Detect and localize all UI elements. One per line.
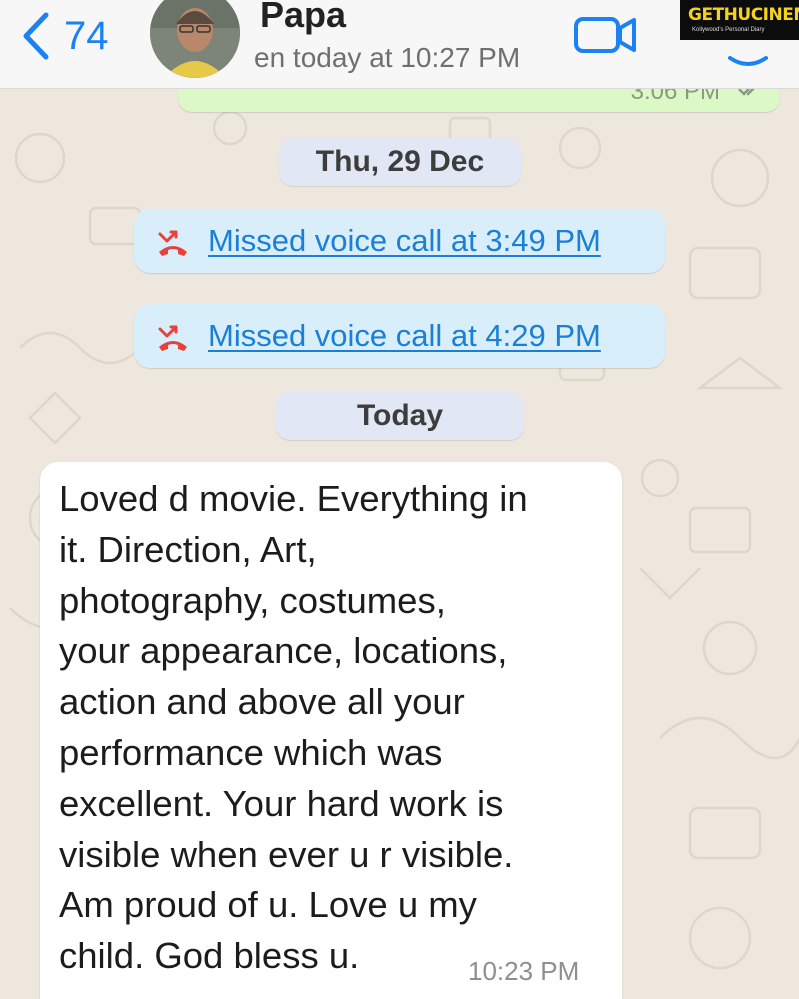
- message-text: Loved d movie. Everything in it. Directi…: [59, 474, 619, 982]
- back-button[interactable]: 74: [18, 8, 109, 64]
- avatar-photo: [150, 0, 240, 78]
- avatar[interactable]: [150, 0, 240, 78]
- missed-call-link[interactable]: Missed voice call at 4:29 PM: [208, 318, 601, 354]
- watermark-title: GETHUCINEMA: [688, 5, 799, 25]
- missed-call-bubble[interactable]: Missed voice call at 3:49 PM: [134, 209, 665, 273]
- message-line: action and above all your: [59, 681, 465, 723]
- missed-call-icon: [158, 325, 187, 351]
- chat-header: 74 Papa en today at 10:27 PM GETHUCINEMA…: [0, 0, 799, 89]
- received-message-bubble[interactable]: Loved d movie. Everything in it. Directi…: [40, 462, 622, 999]
- missed-call-link[interactable]: Missed voice call at 3:49 PM: [208, 223, 601, 259]
- contact-name[interactable]: Papa: [260, 0, 346, 36]
- message-line: it. Direction, Art,: [59, 528, 317, 570]
- video-call-button[interactable]: [573, 14, 637, 56]
- message-line: Loved d movie. Everything in: [59, 478, 528, 519]
- watermark-subtitle: Kollywood's Personal Diary: [692, 27, 765, 33]
- date-separator: Today: [276, 392, 524, 440]
- last-seen-status: en today at 10:27 PM: [254, 42, 521, 73]
- message-time: 10:23 PM: [468, 956, 580, 986]
- missed-call-icon: [158, 230, 187, 256]
- message-line: visible when ever u r visible.: [59, 833, 514, 875]
- video-camera-icon: [574, 17, 636, 53]
- message-line: Am proud of u. Love u my: [59, 884, 477, 926]
- unread-count: 74: [64, 13, 109, 58]
- message-line: photography, costumes,: [59, 579, 446, 621]
- message-line: excellent. Your hard work is: [59, 782, 504, 824]
- chevron-left-icon: [23, 12, 49, 60]
- missed-call-bubble[interactable]: Missed voice call at 4:29 PM: [134, 304, 665, 368]
- watermark-logo: GETHUCINEMA Kollywood's Personal Diary: [680, 0, 799, 40]
- message-line: your appearance, locations,: [59, 630, 508, 672]
- message-line: performance which was: [59, 731, 443, 773]
- date-separator: Thu, 29 Dec: [279, 138, 521, 186]
